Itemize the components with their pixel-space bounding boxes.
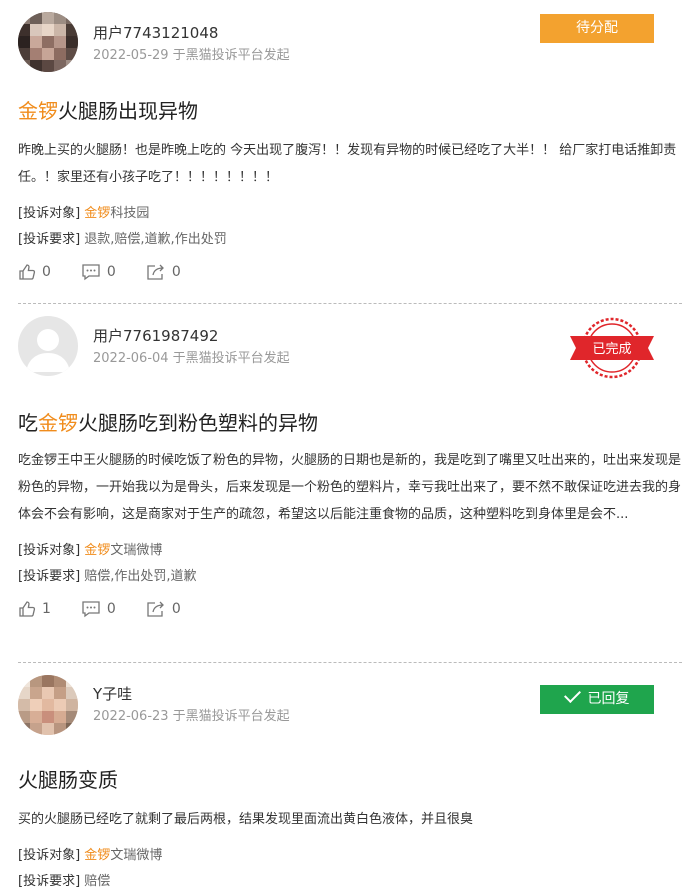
like-count: 1 xyxy=(42,601,51,617)
complaint-target: [投诉对象] 金锣科技园 xyxy=(18,201,682,227)
action-bar: 1 0 0 xyxy=(18,594,682,624)
date-value: 2022-06-23 xyxy=(93,709,169,724)
source-text: 于黑猫投诉平台发起 xyxy=(172,709,290,724)
complaint-title[interactable]: 吃金锣火腿肠吃到粉色塑料的异物 xyxy=(18,409,682,437)
share-icon xyxy=(147,264,164,280)
comment-icon xyxy=(82,601,100,618)
complaint-target: [投诉对象] 金锣文瑞微博 xyxy=(18,538,682,564)
complaint-request: [投诉要求] 赔偿 xyxy=(18,869,682,895)
status-badge: 已回复 xyxy=(540,685,654,714)
title-rest: 火腿肠出现异物 xyxy=(58,99,198,123)
title-brand: 金锣 xyxy=(38,411,78,435)
title-rest: 火腿肠变质 xyxy=(18,768,118,792)
target-name[interactable]: 科技园 xyxy=(110,206,149,221)
complaint-title[interactable]: 火腿肠变质 xyxy=(18,766,682,794)
source-text: 于黑猫投诉平台发起 xyxy=(172,351,290,366)
request-value: 退款,赔偿,道歉,作出处罚 xyxy=(84,232,227,247)
share-button[interactable]: 0 xyxy=(146,263,181,281)
complaint-feed: 用户7743121048 2022-05-29 于黑猫投诉平台发起 待分配 金锣火… xyxy=(0,0,700,895)
target-name[interactable]: 文瑞微博 xyxy=(110,848,162,863)
avatar[interactable] xyxy=(18,316,78,376)
post-date: 2022-06-23 于黑猫投诉平台发起 xyxy=(93,708,290,726)
complaint-card[interactable]: 用户7761987492 2022-06-04 于黑猫投诉平台发起 已完成 吃金锣… xyxy=(0,304,700,662)
username[interactable]: 用户7743121048 xyxy=(93,23,218,43)
title-brand: 金锣 xyxy=(18,99,58,123)
title-prefix: 吃 xyxy=(18,411,38,435)
post-date: 2022-05-29 于黑猫投诉平台发起 xyxy=(93,47,290,65)
date-value: 2022-06-04 xyxy=(93,351,169,366)
card-header: 用户7761987492 2022-06-04 于黑猫投诉平台发起 已完成 xyxy=(0,304,700,379)
card-header: 用户7743121048 2022-05-29 于黑猫投诉平台发起 待分配 xyxy=(0,0,700,75)
post-date: 2022-06-04 于黑猫投诉平台发起 xyxy=(93,350,290,368)
title-rest: 火腿肠吃到粉色塑料的异物 xyxy=(78,411,318,435)
complaint-request: [投诉要求] 退款,赔偿,道歉,作出处罚 xyxy=(18,227,682,253)
status-badge: 待分配 xyxy=(540,14,654,43)
status-label: 已回复 xyxy=(587,691,630,707)
avatar[interactable] xyxy=(18,12,78,72)
target-label: [投诉对象] xyxy=(18,848,81,863)
target-brand[interactable]: 金锣 xyxy=(84,543,110,558)
target-label: [投诉对象] xyxy=(18,543,81,558)
comment-icon xyxy=(82,264,100,281)
share-icon xyxy=(147,601,164,617)
complaint-card[interactable]: Y子哇 2022-06-23 于黑猫投诉平台发起 已回复 火腿肠变质 买的火腿肠已… xyxy=(0,663,700,895)
request-label: [投诉要求] xyxy=(18,232,81,247)
target-brand[interactable]: 金锣 xyxy=(84,848,110,863)
comment-button[interactable]: 0 xyxy=(81,600,116,618)
complaint-card[interactable]: 用户7743121048 2022-05-29 于黑猫投诉平台发起 待分配 金锣火… xyxy=(0,0,700,303)
share-count: 0 xyxy=(171,264,181,280)
avatar[interactable] xyxy=(18,675,78,735)
thumbs-up-icon xyxy=(19,601,36,617)
request-value: 赔偿 xyxy=(84,874,111,889)
action-bar: 0 0 0 xyxy=(18,257,682,287)
like-button[interactable]: 0 xyxy=(18,263,51,281)
like-count: 0 xyxy=(42,264,51,280)
complaint-description: 买的火腿肠已经吃了就剩了最后两根，结果发现里面流出黄白色液体，并且很臭 xyxy=(18,812,474,827)
complaint-target: [投诉对象] 金锣文瑞微博 xyxy=(18,843,682,869)
target-label: [投诉对象] xyxy=(18,206,81,221)
share-button[interactable]: 0 xyxy=(146,600,181,618)
target-brand[interactable]: 金锣 xyxy=(84,206,110,221)
comment-count: 0 xyxy=(106,601,116,617)
completed-stamp: 已完成 xyxy=(568,312,656,384)
target-name[interactable]: 文瑞微博 xyxy=(110,543,162,558)
source-text: 于黑猫投诉平台发起 xyxy=(172,48,290,63)
date-value: 2022-05-29 xyxy=(93,48,169,63)
thumbs-up-icon xyxy=(19,264,36,280)
complaint-description: 昨晚上买的火腿肠！也是昨晚上吃的 今天出现了腹泻！！发现有异物的时候已经吃了大半… xyxy=(18,143,677,185)
like-button[interactable]: 1 xyxy=(18,600,51,618)
comment-count: 0 xyxy=(106,264,116,280)
request-value: 赔偿,作出处罚,道歉 xyxy=(84,569,197,584)
complaint-request: [投诉要求] 赔偿,作出处罚,道歉 xyxy=(18,564,682,590)
username[interactable]: Y子哇 xyxy=(93,684,132,704)
complaint-description: 吃金锣王中王火腿肠的时候吃饭了粉色的异物，火腿肠的日期也是新的，我是吃到了嘴里又… xyxy=(18,453,682,522)
check-icon xyxy=(563,686,581,703)
card-header: Y子哇 2022-06-23 于黑猫投诉平台发起 已回复 xyxy=(0,663,700,738)
comment-button[interactable]: 0 xyxy=(81,263,116,281)
share-count: 0 xyxy=(171,601,181,617)
request-label: [投诉要求] xyxy=(18,874,81,889)
stamp-label: 已完成 xyxy=(592,342,631,357)
request-label: [投诉要求] xyxy=(18,569,81,584)
complaint-title[interactable]: 金锣火腿肠出现异物 xyxy=(18,97,682,125)
username[interactable]: 用户7761987492 xyxy=(93,326,218,346)
